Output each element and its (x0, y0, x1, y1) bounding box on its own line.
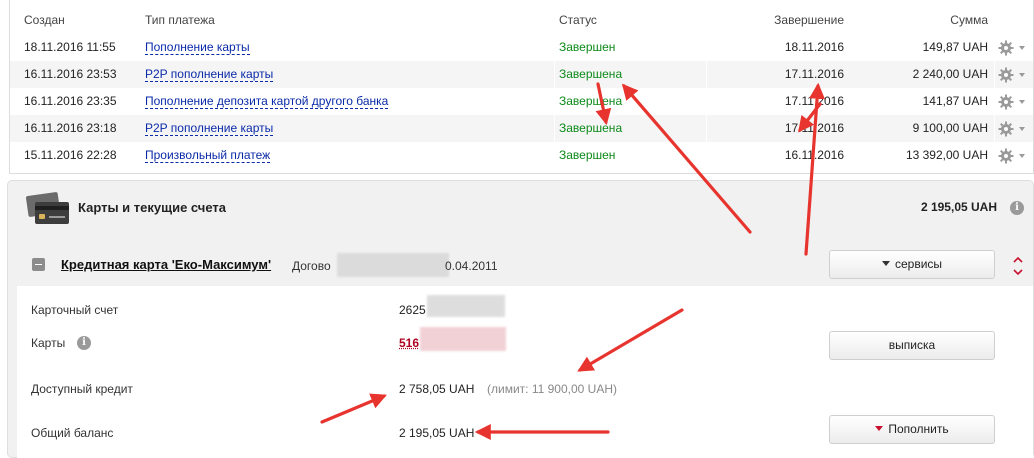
cards-accounts-panel: Карты и текущие счета 2 195,05 UAH i Кре… (7, 180, 1034, 458)
payment-type-link[interactable]: Произвольный платеж (145, 148, 271, 163)
credit-cards-icon (26, 192, 69, 224)
row-amount: 149,87 UAH (922, 40, 988, 54)
redacted-account (427, 295, 505, 317)
gear-icon[interactable] (998, 40, 1028, 56)
row-status: Завершена (559, 121, 623, 135)
table-row: 16.11.2016 23:53 P2P пополнение карты За… (10, 61, 1033, 88)
topup-button-label: Пополнить (888, 422, 949, 436)
table-row: 16.11.2016 23:18 P2P пополнение карты За… (10, 115, 1033, 142)
info-icon[interactable]: i (77, 336, 91, 350)
gear-icon[interactable] (998, 67, 1028, 83)
collapse-icon[interactable] (32, 258, 45, 271)
available-credit-label: Доступный кредит (31, 382, 133, 396)
row-status: Завершена (559, 67, 623, 81)
payment-type-link[interactable]: Пополнение карты (145, 40, 250, 55)
payment-type-link[interactable]: Пополнение депозита картой другого банка (145, 94, 389, 109)
row-completion: 16.11.2016 (784, 148, 844, 162)
table-header: Создан Тип платежа Статус Завершение Сум… (10, 7, 1033, 33)
cards-panel-title: Карты и текущие счета (78, 200, 227, 215)
services-button[interactable]: сервисы (829, 250, 995, 279)
cards-panel-header[interactable]: Карты и текущие счета 2 195,05 UAH i (8, 181, 1033, 236)
column-header-status: Статус (559, 13, 597, 27)
contract-label: Догово (292, 259, 331, 273)
row-type[interactable]: Пополнение депозита картой другого банка (145, 88, 389, 115)
available-credit-value: 2 758,05 UAH (399, 382, 475, 396)
statement-button[interactable]: выписка (829, 331, 995, 360)
row-completion: 17.11.2016 (784, 67, 844, 81)
gear-icon[interactable] (998, 121, 1028, 137)
topup-button[interactable]: Пополнить (829, 415, 995, 444)
row-status: Завершен (559, 148, 616, 162)
payment-type-link[interactable]: P2P пополнение карты (145, 121, 274, 136)
row-type[interactable]: Произвольный платеж (145, 142, 271, 169)
account-label: Карточный счет (31, 303, 119, 317)
column-header-type: Тип платежа (145, 13, 215, 27)
row-completion: 17.11.2016 (784, 94, 844, 108)
total-balance-label: Общий баланс (31, 426, 114, 440)
gear-icon[interactable] (998, 148, 1028, 164)
row-amount: 141,87 UAH (922, 94, 988, 108)
row-amount: 9 100,00 UAH (912, 121, 988, 135)
total-balance-value: 2 195,05 UAH (399, 426, 475, 440)
reorder-arrows-icon[interactable] (1012, 254, 1024, 278)
row-type[interactable]: P2P пополнение карты (145, 115, 274, 142)
row-amount: 13 392,00 UAH (905, 148, 988, 162)
payment-type-link[interactable]: P2P пополнение карты (145, 67, 274, 82)
dropdown-arrow-icon (881, 261, 890, 267)
column-header-amount: Сумма (950, 13, 988, 27)
row-status: Завершен (559, 40, 616, 54)
table-row: 15.11.2016 22:28 Произвольный платеж Зав… (10, 142, 1033, 169)
row-created: 18.11.2016 11:55 (24, 40, 116, 54)
row-completion: 18.11.2016 (784, 40, 844, 54)
credit-limit-text: (лимит: 11 900,00 UAH) (487, 382, 617, 396)
row-created: 15.11.2016 22:28 (24, 148, 117, 162)
cards-total-balance: 2 195,05 UAH (920, 200, 997, 214)
table-row: 16.11.2016 23:35 Пополнение депозита кар… (10, 88, 1033, 115)
row-created: 16.11.2016 23:35 (24, 94, 117, 108)
row-status: Завершена (559, 94, 623, 108)
redacted-card-number (420, 327, 506, 351)
cards-label: Карты (31, 336, 66, 350)
column-header-created: Создан (24, 13, 65, 27)
card-header: Кредитная карта 'Еко-Максимум' Догово 0.… (17, 241, 1033, 286)
table-row: 18.11.2016 11:55 Пополнение карты Заверш… (10, 34, 1033, 61)
row-amount: 2 240,00 UAH (912, 67, 988, 81)
payments-table: Создан Тип платежа Статус Завершение Сум… (9, 0, 1034, 174)
row-completion: 17.11.2016 (784, 121, 844, 135)
row-type[interactable]: Пополнение карты (145, 34, 250, 61)
services-button-label: сервисы (894, 257, 943, 271)
account-value: 2625 (399, 303, 426, 317)
statement-button-label: выписка (888, 338, 936, 352)
row-created: 16.11.2016 23:18 (24, 121, 117, 135)
card-name-link[interactable]: Кредитная карта 'Еко-Максимум' (61, 257, 271, 272)
card-number-link[interactable]: 516 (399, 336, 419, 350)
credit-card-section: Кредитная карта 'Еко-Максимум' Догово 0.… (17, 241, 1033, 458)
contract-date: 0.04.2011 (445, 259, 498, 273)
gear-icon[interactable] (998, 94, 1028, 110)
dropdown-arrow-icon (875, 426, 884, 432)
row-created: 16.11.2016 23:53 (24, 67, 117, 81)
info-icon[interactable]: i (1010, 201, 1024, 215)
column-header-completion: Завершение (774, 13, 844, 27)
redacted-contract (337, 253, 449, 277)
row-type[interactable]: P2P пополнение карты (145, 61, 274, 88)
